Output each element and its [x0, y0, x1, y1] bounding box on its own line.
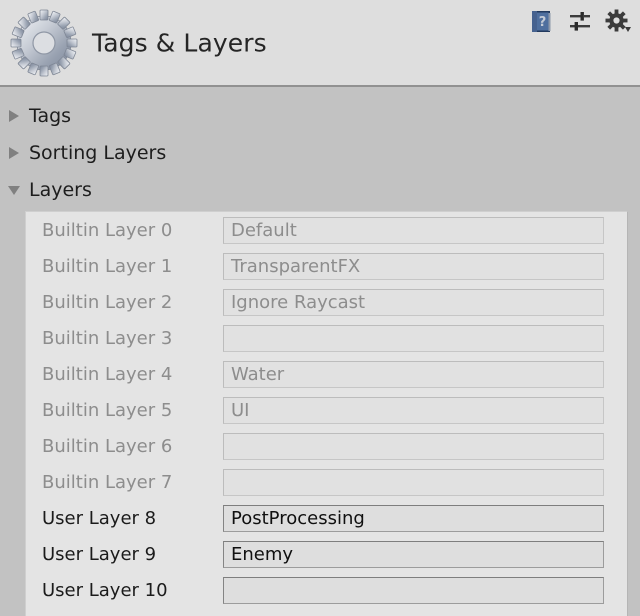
layer-label: User Layer 10 [42, 579, 168, 601]
header-icon-group: ? [528, 8, 632, 36]
layer-name-input[interactable]: PostProcessing [223, 504, 604, 532]
layer-row: Builtin Layer 1 TransparentFX [26, 248, 627, 284]
layer-row: Builtin Layer 6 [26, 428, 627, 464]
layer-row: Builtin Layer 2 Ignore Raycast [26, 284, 627, 320]
layer-row: Builtin Layer 7 [26, 464, 627, 500]
layer-name-input[interactable]: Enemy [223, 540, 604, 568]
foldout-tags[interactable]: Tags [6, 98, 71, 134]
layer-name-input: TransparentFX [223, 252, 604, 280]
foldout-tags-label: Tags [29, 105, 72, 127]
settings-gear-icon[interactable] [604, 8, 632, 36]
layer-name-input: Default [223, 216, 604, 244]
layer-row: User Layer 10 [26, 572, 627, 608]
layer-name-input: UI [223, 396, 604, 424]
layer-label: User Layer 9 [42, 543, 157, 565]
gear-icon [10, 9, 78, 77]
layers-panel: Builtin Layer 0 Default Builtin Layer 1 Tra… [25, 211, 628, 616]
layer-label: Builtin Layer 1 [42, 255, 173, 277]
layer-name-input [223, 468, 604, 496]
layer-row: User Layer 9 Enemy [26, 536, 627, 572]
layer-name-input[interactable] [223, 576, 604, 604]
preset-icon[interactable] [566, 8, 594, 36]
layer-name-input [223, 432, 604, 460]
layer-row: Builtin Layer 0 Default [26, 212, 627, 248]
layer-row: Builtin Layer 3 [26, 320, 627, 356]
layer-label: Builtin Layer 0 [42, 219, 173, 241]
layer-name-input [223, 324, 604, 352]
layer-row: User Layer 8 PostProcessing [26, 500, 627, 536]
layer-label: User Layer 8 [42, 507, 157, 529]
foldout-sorting-layers[interactable]: Sorting Layers [6, 135, 166, 171]
layer-label: Builtin Layer 7 [42, 471, 173, 493]
layer-row: Builtin Layer 5 UI [26, 392, 627, 428]
layer-label: Builtin Layer 3 [42, 327, 173, 349]
chevron-right-icon [9, 147, 19, 159]
layer-name-input: Ignore Raycast [223, 288, 604, 316]
layer-label: Builtin Layer 5 [42, 399, 173, 421]
svg-text:?: ? [539, 15, 547, 30]
window-header: Tags & Layers ? [0, 0, 640, 87]
foldout-sorting-layers-label: Sorting Layers [29, 142, 167, 164]
chevron-down-icon [8, 186, 20, 195]
foldout-layers-label: Layers [29, 179, 92, 201]
layer-label: Builtin Layer 6 [42, 435, 173, 457]
layer-row: Builtin Layer 4 Water [26, 356, 627, 392]
help-icon[interactable]: ? [528, 8, 556, 36]
layer-label: Builtin Layer 4 [42, 363, 173, 385]
layer-label: Builtin Layer 2 [42, 291, 173, 313]
chevron-right-icon [9, 110, 19, 122]
page-title: Tags & Layers [92, 28, 267, 57]
foldout-layers[interactable]: Layers [6, 172, 92, 208]
layer-name-input: Water [223, 360, 604, 388]
